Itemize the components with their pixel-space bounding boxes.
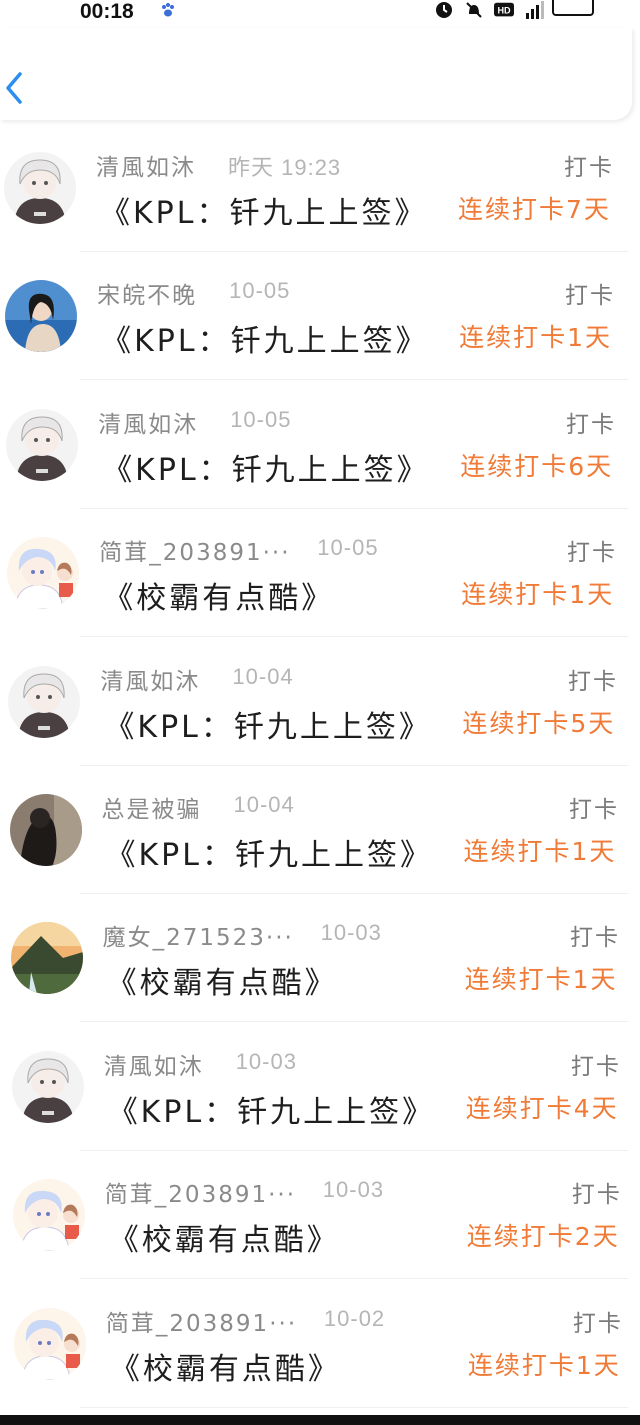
mute-icon xyxy=(466,2,482,18)
checkin-tag: 打卡 xyxy=(570,1053,621,1080)
book-title[interactable]: 《校霸有点酷》 xyxy=(110,1344,341,1388)
back-button[interactable] xyxy=(0,68,30,108)
streak-count: 连续打卡1天 xyxy=(464,965,618,995)
book-title[interactable]: 《校霸有点酷》 xyxy=(103,573,334,617)
avatar[interactable] xyxy=(11,1050,84,1123)
avatar[interactable] xyxy=(8,665,81,738)
user-name[interactable]: 清風如沐 xyxy=(104,1047,204,1081)
user-name[interactable]: 清風如沐 xyxy=(100,662,200,696)
signal-icon xyxy=(526,1,544,19)
list-item[interactable]: 清風如沐 10-05 打卡《KPL：钎九上上签》 连续打卡6天 xyxy=(0,381,640,509)
list-item[interactable]: 总是被骗 10-04 打卡《KPL：钎九上上签》 连续打卡1天 xyxy=(0,766,640,894)
avatar[interactable] xyxy=(5,280,78,353)
streak-count: 连续打卡2天 xyxy=(466,1222,620,1252)
book-title[interactable]: 《KPL：钎九上上签》 xyxy=(104,702,431,746)
status-bar: 00:18 HD xyxy=(0,0,640,30)
post-date: 10-03 xyxy=(235,1048,297,1074)
user-name[interactable]: 简茸_203891··· xyxy=(99,533,290,567)
status-icons: HD xyxy=(434,0,544,20)
checkin-tag: 打卡 xyxy=(564,283,615,310)
list-item[interactable]: 清風如沐 昨天 19:23 打卡《KPL：钎九上上签》 连续打卡7天 xyxy=(0,124,640,252)
paw-icon xyxy=(162,3,174,17)
checkin-tag: 打卡 xyxy=(572,1310,623,1337)
book-title[interactable]: 《KPL：钎九上上签》 xyxy=(100,188,427,232)
avatar[interactable] xyxy=(9,794,82,866)
avatar[interactable] xyxy=(4,152,76,224)
checkin-tag: 打卡 xyxy=(564,155,614,181)
status-time: 00:18 xyxy=(80,0,134,23)
row-divider xyxy=(80,1406,628,1408)
chevron-left-icon xyxy=(6,72,22,104)
checkin-tag: 打卡 xyxy=(565,411,616,438)
post-date: 10-03 xyxy=(320,920,382,946)
list-item[interactable]: 简茸_203891··· 10-03 打卡《校霸有点酷》 连续打卡2天 xyxy=(0,1151,640,1280)
post-date: 10-04 xyxy=(232,663,294,689)
list-item[interactable]: 简茸_203891··· 10-05 打卡《校霸有点酷》 连续打卡1天 xyxy=(0,509,640,638)
user-name[interactable]: 清風如沐 xyxy=(96,148,196,182)
user-name[interactable]: 总是被骗 xyxy=(102,790,202,824)
post-date: 10-05 xyxy=(230,406,292,432)
checkin-tag: 打卡 xyxy=(567,668,618,695)
avatar[interactable] xyxy=(12,1179,85,1252)
post-date: 10-03 xyxy=(322,1177,385,1203)
checkin-tag: 打卡 xyxy=(569,925,620,952)
streak-count: 连续打卡1天 xyxy=(467,1350,621,1380)
book-title[interactable]: 《KPL：钎九上上签》 xyxy=(108,1087,435,1131)
list-item[interactable]: 简茸_203891··· 10-02 打卡《校霸有点酷》 连续打卡1天 xyxy=(0,1280,640,1408)
streak-count: 连续打卡1天 xyxy=(463,837,617,866)
streak-count: 连续打卡4天 xyxy=(465,1093,619,1123)
streak-count: 连续打卡7天 xyxy=(458,195,611,224)
list-item[interactable]: 魔女_271523··· 10-03 打卡《校霸有点酷》 连续打卡1天 xyxy=(0,894,640,1023)
user-name[interactable]: 简茸_203891··· xyxy=(106,1304,297,1338)
checkin-tag: 打卡 xyxy=(566,540,617,567)
list-item[interactable]: 宋皖不晚 10-05 打卡《KPL：钎九上上签》 连续打卡1天 xyxy=(0,252,640,381)
user-name[interactable]: 宋皖不晚 xyxy=(97,276,197,310)
battery-icon xyxy=(552,0,594,16)
list-item[interactable]: 清風如沐 10-04 打卡《KPL：钎九上上签》 连续打卡5天 xyxy=(0,638,640,766)
avatar[interactable] xyxy=(6,408,79,481)
user-name[interactable]: 魔女_271523··· xyxy=(103,918,294,952)
streak-count: 连续打卡1天 xyxy=(461,580,615,610)
post-date: 10-05 xyxy=(229,278,291,304)
user-name[interactable]: 清風如沐 xyxy=(98,405,198,439)
avatar[interactable] xyxy=(10,922,83,995)
bottom-bar xyxy=(0,1415,640,1425)
book-title[interactable]: 《KPL：钎九上上签》 xyxy=(106,830,433,874)
post-date: 昨天 19:23 xyxy=(228,155,342,180)
avatar[interactable] xyxy=(13,1307,86,1380)
checkin-tag: 打卡 xyxy=(568,797,619,823)
list-item[interactable]: 清風如沐 10-03 打卡《KPL：钎九上上签》 连续打卡4天 xyxy=(0,1023,640,1151)
alarm-icon xyxy=(436,2,452,18)
user-name[interactable]: 简茸_203891··· xyxy=(105,1175,296,1209)
svg-text:HD: HD xyxy=(497,6,511,16)
top-nav xyxy=(0,28,632,120)
post-date: 10-05 xyxy=(317,535,379,561)
streak-count: 连续打卡6天 xyxy=(460,451,614,481)
checkin-tag: 打卡 xyxy=(571,1182,622,1209)
streak-count: 连续打卡1天 xyxy=(459,323,612,353)
book-title[interactable]: 《KPL：钎九上上签》 xyxy=(102,445,429,489)
book-title[interactable]: 《KPL：钎九上上签》 xyxy=(101,316,428,360)
post-date: 10-02 xyxy=(323,1305,386,1331)
book-title[interactable]: 《校霸有点酷》 xyxy=(109,1215,340,1259)
book-title[interactable]: 《校霸有点酷》 xyxy=(107,958,338,1002)
avatar[interactable] xyxy=(7,537,80,610)
hd-icon: HD xyxy=(494,2,514,17)
streak-count: 连续打卡5天 xyxy=(462,708,616,738)
post-date: 10-04 xyxy=(233,792,295,817)
